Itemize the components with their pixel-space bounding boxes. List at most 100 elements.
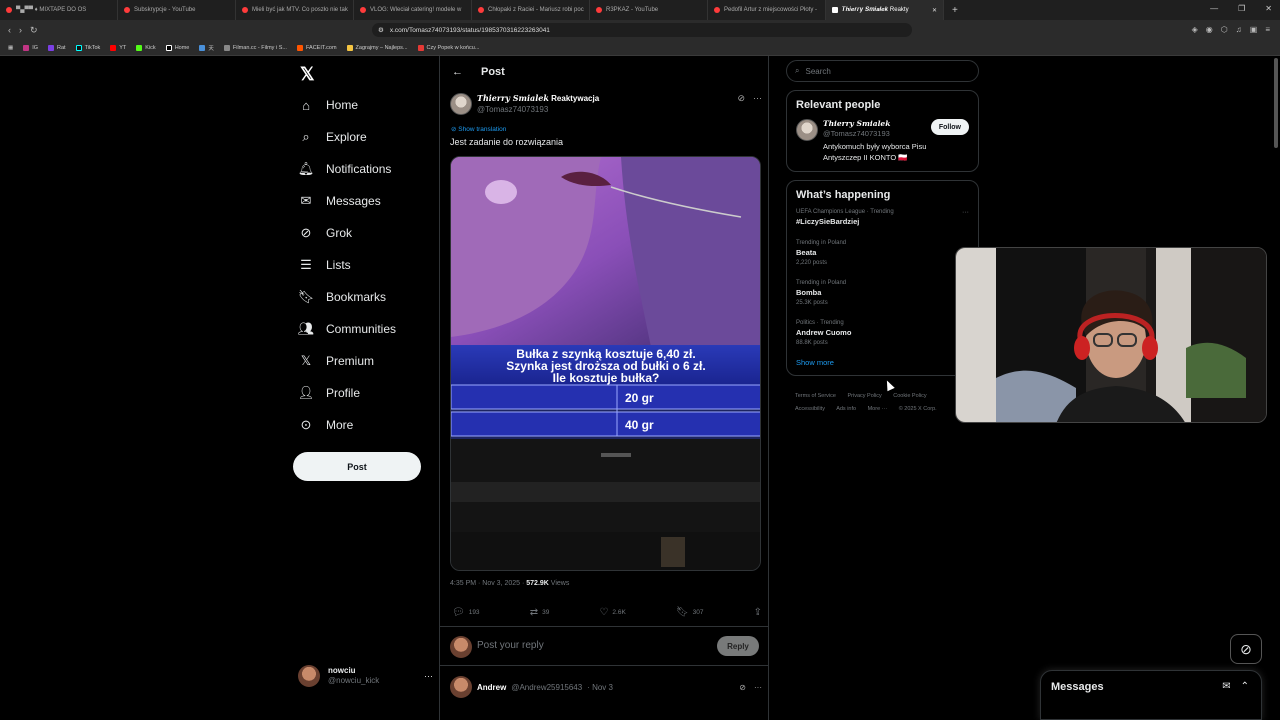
reply-action[interactable]: 💬︎ 193: [452, 607, 480, 618]
sidebar-item-lists[interactable]: ☰ Lists: [298, 251, 351, 279]
reply-item[interactable]: Andrew @Andrew25915643 · Nov 3 ⊘ ···: [450, 676, 762, 698]
sidebar-icon[interactable]: ▣: [1250, 25, 1258, 34]
show-more-link[interactable]: Show more: [796, 358, 969, 367]
bookmark-item[interactable]: FACEIT.com: [296, 44, 337, 51]
back-icon[interactable]: ‹: [8, 25, 11, 36]
bookmark-item[interactable]: Kick: [136, 44, 156, 51]
sidebar-item-home[interactable]: ⌂ Home: [298, 91, 358, 119]
sidebar-item-bookmarks[interactable]: 🔖︎ Bookmarks: [298, 283, 386, 311]
footer-link[interactable]: Cookie Policy: [893, 393, 926, 399]
person-name[interactable]: 𝑻𝒉𝒊𝒆𝒓𝒓𝒚 𝑺𝒎𝒊𝒂𝒍𝒆𝒌: [823, 119, 890, 129]
follow-button[interactable]: Follow: [930, 119, 969, 135]
grok-icon[interactable]: ⊘: [737, 93, 745, 104]
sidebar-item-messages[interactable]: ✉ Messages: [298, 187, 381, 215]
browser-tab[interactable]: R3PKAZ - YouTube: [590, 0, 708, 20]
footer-link[interactable]: Accessibility: [795, 406, 825, 412]
grok-icon[interactable]: ⊘: [739, 683, 746, 692]
bookmark-item[interactable]: Czy Popek w końcu...: [417, 44, 479, 51]
url-field[interactable]: ⚙ x.com/Tomasz74073193/status/1985370316…: [372, 23, 912, 37]
restore-icon[interactable]: ❐: [1238, 4, 1245, 13]
search-input[interactable]: ⌕ Search: [786, 60, 979, 82]
menu-icon[interactable]: ≡: [1265, 25, 1270, 34]
repost-action[interactable]: ⇄ 39: [530, 607, 550, 618]
trend-item[interactable]: Trending in Poland Bomba 25.3K posts: [796, 280, 969, 306]
more-dots-icon[interactable]: ···: [753, 93, 762, 104]
trend-item[interactable]: Trending in Poland Beata 2,220 posts: [796, 240, 969, 266]
trend-item[interactable]: UEFA Champions League · Trending #LiczyS…: [796, 209, 969, 226]
browser-tab[interactable]: Chłopaki z Raciei - Mariusz robi poc: [472, 0, 590, 20]
more-dots-icon[interactable]: ···: [424, 671, 433, 681]
list-icon: ☰: [300, 257, 312, 272]
show-translation-link[interactable]: ⊘ Show translation: [451, 125, 506, 133]
extension-icon[interactable]: ♫: [1236, 25, 1242, 34]
more-dots-icon[interactable]: ···: [754, 683, 762, 692]
x-logo-icon[interactable]: 𝕏: [300, 64, 315, 85]
browser-tab[interactable]: Mieli być jak MTV. Co poszło nie tak: [236, 0, 354, 20]
minimize-icon[interactable]: —: [1210, 4, 1218, 13]
bookmark-item[interactable]: IG: [23, 44, 38, 51]
footer-link[interactable]: More ···: [868, 406, 888, 412]
youtube-icon: [596, 7, 602, 13]
footer-link[interactable]: Privacy Policy: [848, 393, 882, 399]
sidebar-item-explore[interactable]: ⌕ Explore: [298, 123, 366, 151]
bookmark-item[interactable]: TikTok: [75, 44, 100, 51]
bookmark-item[interactable]: Filman.cc - Filmy i S...: [223, 44, 287, 51]
forward-icon[interactable]: ›: [19, 25, 22, 36]
bookmark-favicon-icon: [346, 44, 353, 51]
grok-floating-button[interactable]: ⊘: [1230, 634, 1262, 664]
sidebar-item-communities[interactable]: 👥︎ Communities: [298, 315, 396, 343]
bookmark-item[interactable]: Home: [165, 44, 189, 51]
bookmark-item[interactable]: YT: [110, 44, 126, 51]
sidebar-item-notifications[interactable]: 🔔︎ Notifications: [298, 155, 392, 183]
reply-author-name[interactable]: Andrew: [477, 683, 506, 692]
close-window-icon[interactable]: ✕: [1265, 4, 1272, 13]
like-action[interactable]: ♡ 2.6K: [599, 607, 625, 618]
post-media-image[interactable]: Bułka z szynką kosztuje 6,40 zł. Szynka …: [450, 156, 761, 571]
sidebar-item-more[interactable]: ⊙ More: [298, 411, 354, 439]
footer-link[interactable]: Terms of Service: [795, 393, 836, 399]
footer-link[interactable]: Ads info: [836, 406, 856, 412]
apps-icon[interactable]: ▦: [8, 45, 13, 51]
bookmark-item[interactable]: Rat: [48, 44, 66, 51]
author-name[interactable]: 𝑻𝒉𝒊𝒆𝒓𝒓𝒚 𝑺𝒎𝒊𝒂𝒍𝒆𝒌 Reaktywacja: [477, 93, 599, 103]
messages-drawer[interactable]: Messages ✉ ⌃: [1040, 670, 1262, 720]
account-switcher[interactable]: nowciu @nowciu_kick ···: [298, 662, 433, 690]
avatar[interactable]: [796, 119, 818, 141]
bookmark-action[interactable]: 🔖︎ 307: [676, 607, 704, 618]
post-action-bar: 💬︎ 193 ⇄ 39 ♡ 2.6K 🔖︎ 307 ⇪: [452, 607, 762, 618]
sidebar-item-premium[interactable]: 𝕏 Premium: [298, 347, 374, 375]
people-icon: 👥︎: [297, 321, 315, 336]
new-tab-button[interactable]: +: [944, 5, 966, 16]
back-arrow-icon[interactable]: ←: [452, 66, 463, 78]
author-handle[interactable]: @Tomasz74073193: [477, 104, 599, 115]
browser-tab[interactable]: Subskrypcje - YouTube: [118, 0, 236, 20]
browser-tab[interactable]: ▀▄▀▀ ♦ MIXTAPE DO OS: [0, 0, 118, 20]
reply-button[interactable]: Reply: [717, 636, 759, 656]
browser-tab-active[interactable]: 𝑻𝒉𝒊𝒆𝒓𝒓𝒚 𝑺𝒎𝒊𝒂𝒍𝒆𝒌 Reakty ✕: [826, 0, 944, 20]
browser-tab[interactable]: VLOG: Wleciał catering! modele w: [354, 0, 472, 20]
trend-item[interactable]: Politics · Trending Andrew Cuomo 88.8K p…: [796, 320, 969, 346]
avatar[interactable]: [450, 93, 472, 115]
extension-icon[interactable]: ◈: [1192, 25, 1198, 34]
left-navigation: 𝕏 ⌂ Home ⌕ Explore 🔔︎ Notifications ✉ Messag…: [290, 56, 440, 720]
expand-icon[interactable]: ⌃: [1241, 681, 1249, 692]
reload-icon[interactable]: ↻: [30, 25, 38, 36]
browser-tab[interactable]: Pedofil Artur z miejscowości Płoty -: [708, 0, 826, 20]
extension-icon[interactable]: ⬡: [1221, 25, 1228, 34]
scrollbar[interactable]: [1274, 58, 1278, 148]
close-tab-icon[interactable]: ✕: [932, 7, 937, 14]
share-action[interactable]: ⇪: [754, 607, 762, 618]
extension-icon[interactable]: ◉: [1206, 25, 1213, 34]
compose-message-icon[interactable]: ✉: [1222, 681, 1230, 692]
post-button[interactable]: Post: [293, 452, 421, 481]
more-dots-icon[interactable]: ···: [962, 209, 969, 216]
bookmark-item[interactable]: Zagrajmy – Najleps...: [346, 44, 408, 51]
reply-input[interactable]: Post your reply: [477, 640, 544, 651]
site-info-icon[interactable]: ⚙: [378, 26, 384, 34]
avatar[interactable]: [450, 676, 472, 698]
whats-happening-title: What’s happening: [796, 189, 891, 201]
sidebar-item-grok[interactable]: ⊘ Grok: [298, 219, 352, 247]
sidebar-item-profile[interactable]: 👤︎ Profile: [298, 379, 360, 407]
bookmarks-bar: ▦ IG Rat TikTok YT Kick Home 天 Filman.cc…: [0, 40, 1280, 56]
bookmark-item[interactable]: 天: [199, 44, 214, 52]
